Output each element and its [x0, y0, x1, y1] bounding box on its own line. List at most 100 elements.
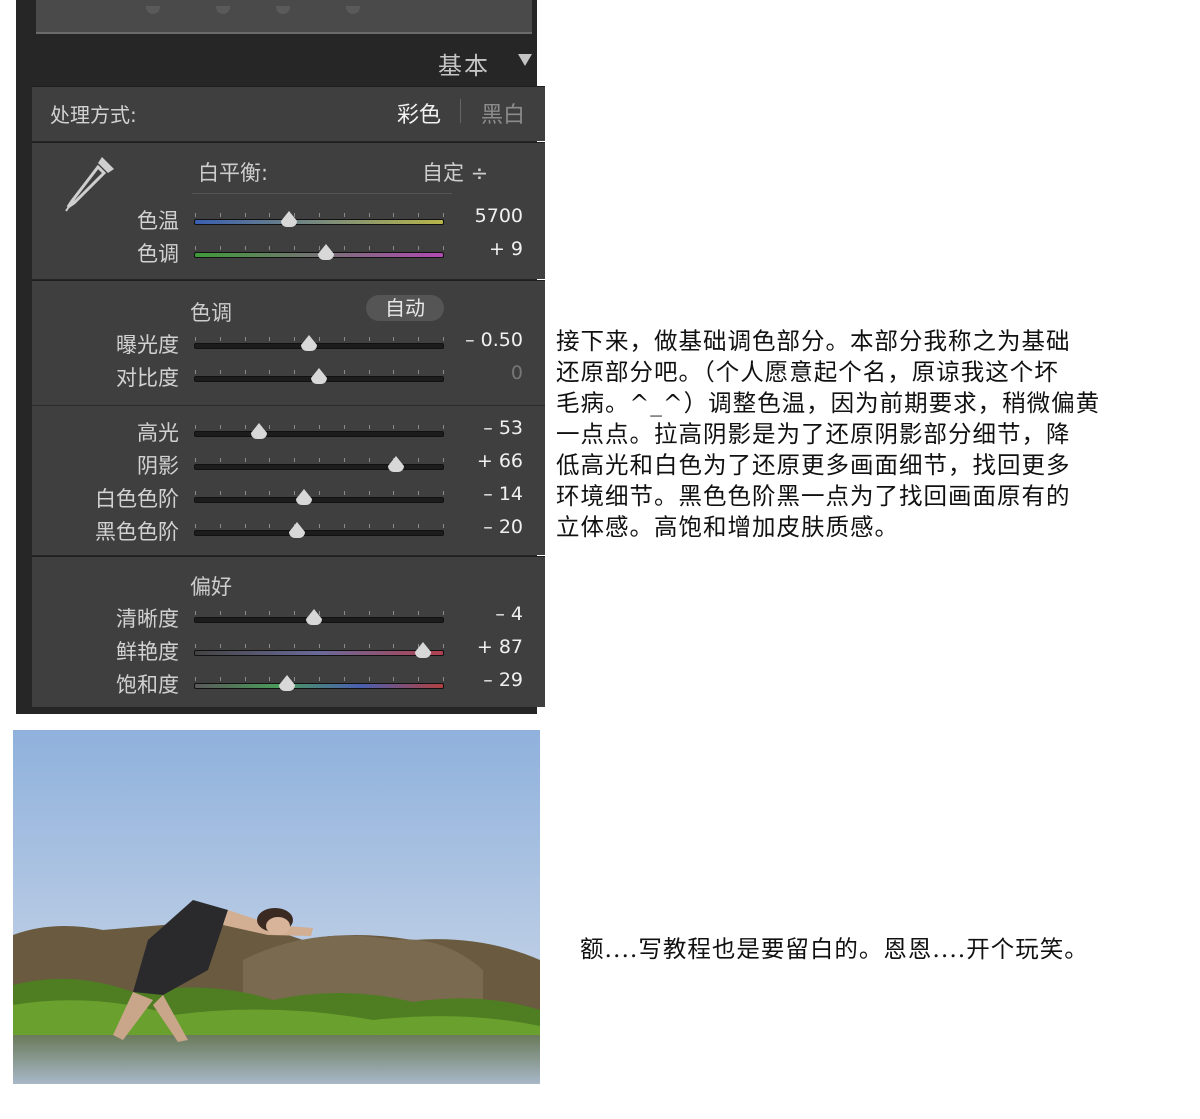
slider-tick: [269, 337, 271, 341]
slider-tick: [343, 611, 345, 615]
slider-thumb[interactable]: [415, 642, 432, 658]
treatment-bw-option[interactable]: 黑白: [481, 97, 525, 129]
slider-tick: [244, 370, 246, 374]
slider-track[interactable]: [194, 244, 444, 260]
slider-tick: [343, 524, 345, 528]
slider-track[interactable]: [194, 456, 444, 472]
tone-title: 色调: [190, 301, 232, 325]
slider-value[interactable]: – 4: [495, 603, 523, 625]
slider-tick: [343, 458, 345, 462]
slider-tick: [219, 644, 221, 648]
basic-panel-header[interactable]: 基本: [36, 40, 532, 84]
slider-track[interactable]: [194, 522, 444, 538]
slider-thumb[interactable]: [311, 368, 327, 384]
slider-thumb[interactable]: [251, 423, 268, 439]
collapse-triangle-icon[interactable]: [518, 54, 532, 66]
slider-value[interactable]: + 87: [477, 636, 523, 658]
slider-tick: [219, 611, 221, 615]
slider-tick: [195, 491, 196, 495]
slider-value[interactable]: + 9: [489, 238, 523, 260]
slider-tick: [195, 370, 196, 374]
slider-thumb[interactable]: [301, 335, 318, 351]
slider-thumb[interactable]: [306, 609, 323, 625]
slider-tick: [343, 213, 345, 217]
slider-tick: [368, 213, 370, 217]
article-caption: 额....写教程也是要留白的。恩恩....开个玩笑。: [580, 935, 1089, 963]
slider-tick: [319, 337, 320, 341]
slider-value[interactable]: 0: [511, 362, 523, 384]
slider-row: 曝光度 – 0.50: [32, 329, 545, 359]
slider-tick: [269, 370, 271, 374]
slider-value[interactable]: – 0.50: [465, 329, 523, 351]
slider-tick: [294, 458, 296, 462]
slider-row: 高光 – 53: [32, 417, 545, 447]
slider-track[interactable]: [194, 423, 444, 439]
slider-tick: [294, 370, 296, 374]
white-balance-section: 白平衡: 自定 ÷ 色温 5700 色调 + 9: [32, 142, 545, 279]
slider-track[interactable]: [194, 211, 444, 227]
slider-tick: [443, 491, 444, 495]
slider-label: 色调: [137, 242, 179, 266]
slider-tick: [294, 425, 296, 429]
slider-track[interactable]: [194, 489, 444, 505]
slider-thumb[interactable]: [296, 489, 313, 505]
slider-tick: [244, 337, 246, 341]
slider-row: 色温 5700: [32, 205, 545, 235]
slider-tick: [393, 337, 395, 341]
treatment-section: 处理方式: 彩色 黑白: [32, 86, 545, 141]
slider-track[interactable]: [194, 609, 444, 625]
slider-thumb[interactable]: [288, 522, 305, 538]
eyedropper-icon[interactable]: [62, 149, 122, 213]
slider-tick: [443, 425, 444, 429]
slider-tick: [294, 611, 296, 615]
slider-tick: [368, 524, 370, 528]
slider-value[interactable]: – 14: [483, 483, 523, 505]
slider-tick: [368, 611, 370, 615]
slider-value[interactable]: – 20: [483, 516, 523, 538]
slider-tick: [219, 491, 221, 495]
slider-tick: [343, 644, 345, 648]
slider-track[interactable]: [194, 335, 444, 351]
slider-tick: [368, 337, 370, 341]
slider-row: 饱和度 – 29: [32, 669, 545, 699]
slider-tick: [319, 677, 320, 681]
slider-tick: [418, 246, 420, 250]
slider-tick: [443, 611, 444, 615]
slider-tick: [368, 491, 370, 495]
slider-track[interactable]: [194, 642, 444, 658]
slider-label: 阴影: [137, 454, 179, 478]
slider-value[interactable]: 5700: [475, 205, 523, 227]
slider-row: 白色色阶 – 14: [32, 483, 545, 513]
slider-thumb[interactable]: [278, 675, 295, 691]
sample-photo: [13, 730, 540, 1084]
slider-tick: [418, 425, 420, 429]
slider-track[interactable]: [194, 675, 444, 691]
panel-top-icons: [126, 6, 426, 16]
treatment-color-option[interactable]: 彩色: [397, 97, 441, 129]
slider-tick: [219, 425, 221, 429]
slider-tick: [393, 246, 395, 250]
slider-tick: [443, 677, 444, 681]
slider-thumb[interactable]: [281, 211, 298, 227]
slider-value[interactable]: + 66: [477, 450, 523, 472]
slider-tick: [195, 611, 196, 615]
slider-tick: [219, 458, 221, 462]
slider-track[interactable]: [194, 368, 444, 384]
slider-thumb[interactable]: [387, 456, 404, 472]
slider-tick: [443, 524, 444, 528]
slider-tick: [418, 337, 420, 341]
slider-tick: [418, 370, 420, 374]
slider-value[interactable]: – 53: [483, 417, 523, 439]
tone-auto-button[interactable]: 自动: [366, 295, 444, 321]
slider-tick: [195, 337, 196, 341]
slider-label: 黑色色阶: [95, 520, 179, 544]
slider-thumb[interactable]: [318, 244, 335, 260]
slider-tick: [319, 524, 320, 528]
treatment-label: 处理方式:: [50, 103, 137, 127]
slider-tick: [343, 425, 345, 429]
white-balance-dropdown[interactable]: 自定 ÷: [422, 157, 488, 187]
slider-tick: [443, 370, 444, 374]
slider-tick: [368, 644, 370, 648]
slider-value[interactable]: – 29: [483, 669, 523, 691]
article-paragraph: 接下来，做基础调色部分。本部分我称之为基础 还原部分吧。（个人愿意起个名，原谅我…: [556, 327, 1101, 541]
